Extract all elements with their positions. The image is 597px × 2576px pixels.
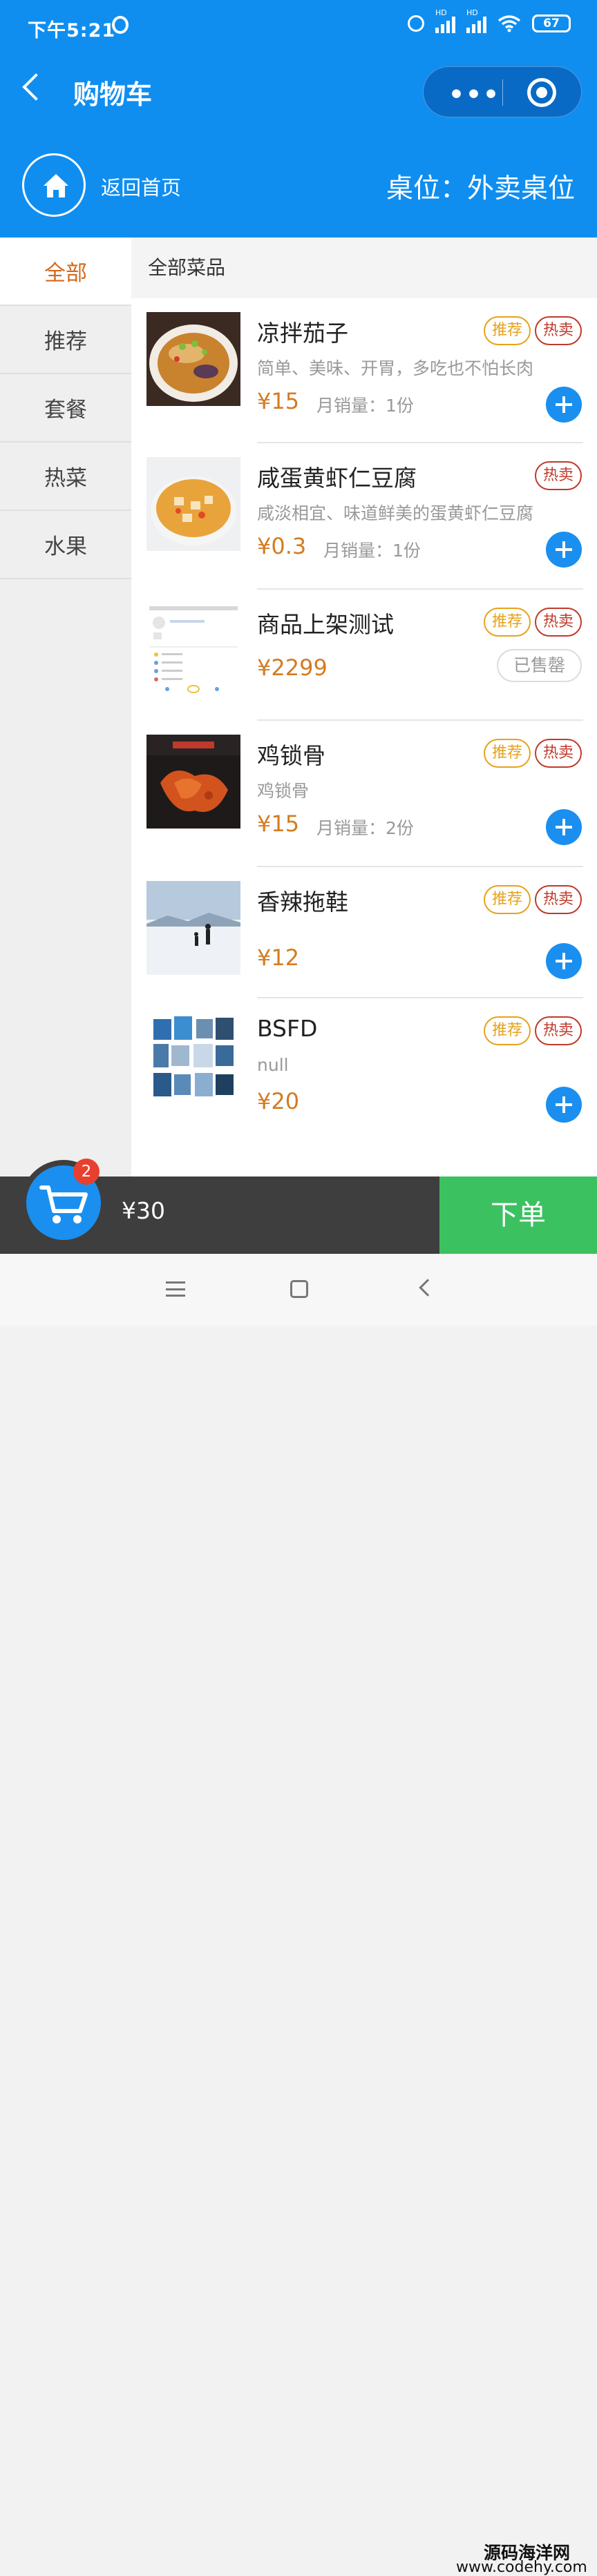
product-item: 咸蛋黄虾仁豆腐 热卖 咸淡相宜、味道鲜美的蛋黄虾仁豆腐 ¥0.3 月销量：1份 <box>131 443 597 590</box>
product-item: 凉拌茄子 推荐 热卖 简单、美味、开胃，多吃也不怕长肉 ¥15 月销量：1份 <box>131 298 597 443</box>
product-image <box>146 603 240 697</box>
home-button[interactable] <box>22 153 86 217</box>
sidebar-item-all[interactable]: 全部 <box>0 238 131 306</box>
product-description: 咸淡相宜、味道鲜美的蛋黄虾仁豆腐 <box>257 503 534 523</box>
product-sales: 月销量：2份 <box>316 818 414 838</box>
tag-hot: 热卖 <box>534 461 582 490</box>
cart-button-wrapper: 2 <box>21 1159 106 1246</box>
product-sales: 月销量：1份 <box>323 541 421 561</box>
status-time: 下午5:21 <box>28 20 116 41</box>
more-icon[interactable]: ••• <box>448 81 500 109</box>
cart-count-badge: 2 <box>73 1159 100 1185</box>
sidebar-item-fruit[interactable]: 水果 <box>0 511 131 579</box>
home-square-icon[interactable] <box>290 1280 308 1298</box>
product-image <box>146 1012 240 1106</box>
cart-total: ¥30 <box>122 1197 165 1224</box>
product-name: 商品上架测试 <box>257 611 394 638</box>
watermark-url: www.codehy.com <box>456 2559 587 2576</box>
product-name: 鸡锁骨 <box>257 742 325 769</box>
product-name: 香辣拖鞋 <box>257 889 348 916</box>
sidebar-item-combo[interactable]: 套餐 <box>0 374 131 443</box>
tag-recommend: 推荐 <box>483 885 531 914</box>
add-to-cart-button[interactable] <box>546 809 582 845</box>
system-navigation-bar: 源码海洋网 www.codehy.com <box>0 1254 597 2576</box>
product-price: ¥20 <box>257 1088 300 1114</box>
category-sidebar: 全部 推荐 套餐 热菜 水果 <box>0 238 131 1176</box>
tag-recommend: 推荐 <box>483 608 531 637</box>
add-to-cart-button[interactable] <box>546 532 582 568</box>
sidebar-item-hot-dishes[interactable]: 热菜 <box>0 443 131 511</box>
status-bar: 下午5:21 HD HD 67 <box>0 0 597 54</box>
product-name: 凉拌茄子 <box>257 320 348 347</box>
alarm-clock-icon <box>408 15 424 32</box>
place-order-button[interactable]: 下单 <box>439 1176 597 1254</box>
status-icons: HD HD 67 <box>408 8 571 33</box>
product-description: null <box>257 1055 289 1075</box>
add-to-cart-button[interactable] <box>546 943 582 979</box>
back-icon[interactable] <box>419 1279 437 1297</box>
product-list: 全部菜品 凉拌茄子 推荐 热卖 简单、美味、开胃，多吃也不怕长肉 ¥15 月销量… <box>131 238 597 1176</box>
hd-label: HD <box>435 8 447 17</box>
product-tags: 推荐 热卖 <box>483 316 582 345</box>
product-description: 简单、美味、开胃，多吃也不怕长肉 <box>257 358 534 378</box>
signal-icon: HD <box>435 8 455 33</box>
product-price: ¥15 <box>257 811 300 837</box>
capsule-divider <box>502 79 503 106</box>
mini-program-capsule: ••• <box>423 66 582 117</box>
product-price: ¥0.3 <box>257 533 307 559</box>
tag-hot: 热卖 <box>534 739 582 768</box>
alarm-icon <box>112 16 129 34</box>
product-name: 咸蛋黄虾仁豆腐 <box>257 465 417 492</box>
product-tags: 推荐 热卖 <box>483 739 582 768</box>
page-title: 购物车 <box>73 79 153 110</box>
sidebar-item-recommend[interactable]: 推荐 <box>0 306 131 374</box>
tag-recommend: 推荐 <box>483 316 531 345</box>
product-name: BSFD <box>257 1015 318 1042</box>
home-label[interactable]: 返回首页 <box>101 172 181 201</box>
product-sales: 月销量：1份 <box>316 396 414 416</box>
sold-out-badge: 已售罄 <box>496 649 582 682</box>
table-label: 桌位：外卖桌位 <box>386 173 575 204</box>
close-target-icon[interactable] <box>527 78 556 107</box>
product-description: 鸡锁骨 <box>257 781 310 801</box>
battery-icon: 67 <box>532 14 571 32</box>
signal-icon-2: HD <box>466 8 486 33</box>
tag-recommend: 推荐 <box>483 1016 531 1045</box>
add-to-cart-button[interactable] <box>546 1087 582 1123</box>
add-to-cart-button[interactable] <box>546 387 582 423</box>
tag-hot: 热卖 <box>534 1016 582 1045</box>
product-image <box>146 735 240 829</box>
product-tags: 推荐 热卖 <box>483 1016 582 1045</box>
tag-hot: 热卖 <box>534 885 582 914</box>
product-image <box>146 457 240 551</box>
product-price: ¥12 <box>257 945 300 971</box>
hd-label-2: HD <box>466 8 478 17</box>
product-image <box>146 312 240 406</box>
navigation-bar: 购物车 ••• <box>0 54 597 130</box>
product-price: ¥15 <box>257 388 300 414</box>
menu-icon[interactable] <box>166 1281 185 1297</box>
product-tags: 推荐 热卖 <box>483 885 582 914</box>
product-tags: 推荐 热卖 <box>483 608 582 637</box>
product-item: 商品上架测试 推荐 热卖 ¥2299 已售罄 <box>131 590 597 721</box>
product-image <box>146 881 240 975</box>
tag-recommend: 推荐 <box>483 739 531 768</box>
product-item: BSFD 推荐 热卖 null ¥20 <box>131 998 597 1136</box>
back-arrow-icon[interactable] <box>22 73 50 101</box>
product-item: 鸡锁骨 推荐 热卖 鸡锁骨 ¥15 月销量：2份 <box>131 721 597 867</box>
home-icon <box>44 174 68 197</box>
wifi-icon <box>498 15 521 32</box>
tag-hot: 热卖 <box>534 608 582 637</box>
category-heading: 全部菜品 <box>131 238 597 298</box>
tag-hot: 热卖 <box>534 316 582 345</box>
product-item: 香辣拖鞋 推荐 热卖 ¥12 <box>131 867 597 998</box>
product-tags: 热卖 <box>534 461 582 490</box>
product-price: ¥2299 <box>257 655 328 681</box>
